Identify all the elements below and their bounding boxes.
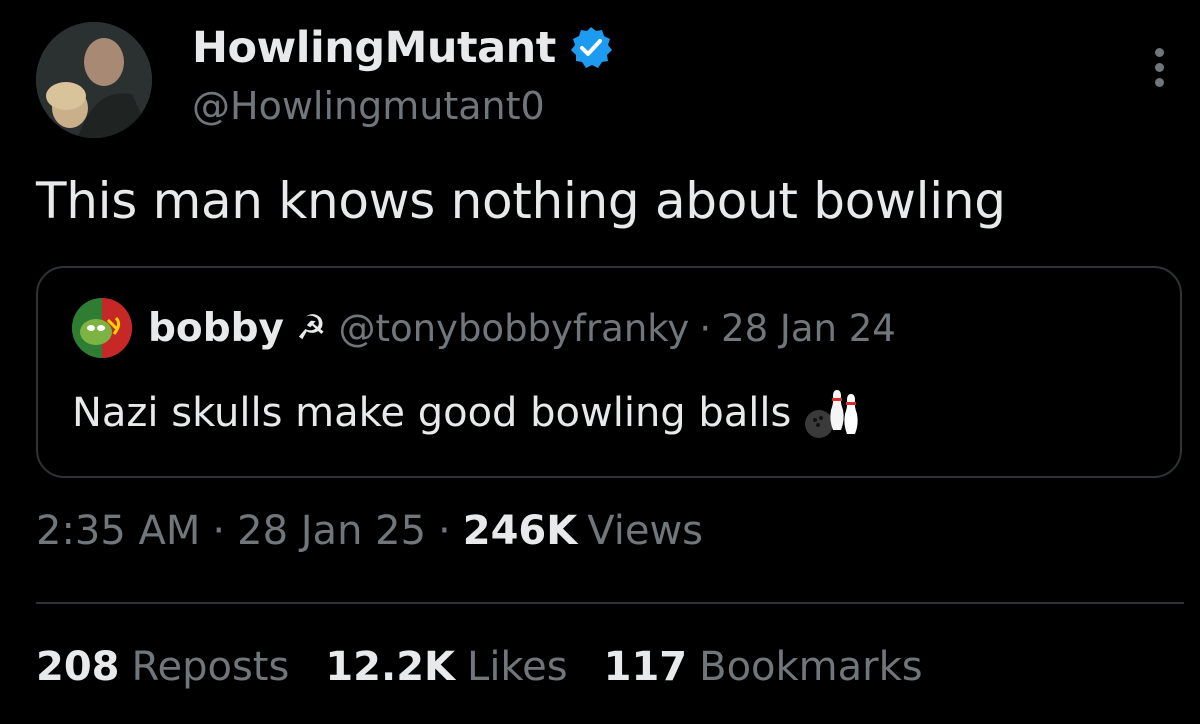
bookmarks-stat[interactable]: 117 Bookmarks: [604, 644, 923, 690]
quoted-author-handle[interactable]: @tonybobbyfranky: [338, 307, 689, 350]
reposts-label: Reposts: [131, 644, 290, 690]
likes-label: Likes: [467, 644, 568, 690]
quoted-tweet-body: Nazi skulls make good bowling balls: [72, 386, 865, 440]
quoted-tweet-card[interactable]: bobby ☭ @tonybobbyfranky · 28 Jan 24 Naz…: [36, 266, 1182, 478]
quoted-author-avatar: [72, 298, 132, 358]
meta-separator: ·: [212, 508, 226, 554]
reposts-count: 208: [36, 644, 120, 690]
reposts-stat[interactable]: 208 Reposts: [36, 644, 289, 690]
bookmarks-count: 117: [603, 644, 688, 690]
more-options-icon[interactable]: [1148, 48, 1172, 92]
verified-badge-icon: [568, 25, 614, 71]
meta-separator: ·: [438, 508, 451, 554]
engagement-stats: 208 Reposts 12.2K Likes 117 Bookmarks: [36, 644, 959, 690]
author-handle[interactable]: @Howlingmutant0: [192, 84, 545, 128]
divider: [36, 602, 1184, 604]
hammer-sickle-icon: ☭: [295, 308, 327, 348]
tweet-text: This man knows nothing about bowling: [36, 172, 1006, 230]
likes-stat[interactable]: 12.2K Likes: [325, 644, 567, 690]
quoted-tweet-text: Nazi skulls make good bowling balls: [72, 390, 792, 436]
likes-count: 12.2K: [325, 644, 456, 690]
views-count: 246K: [462, 508, 578, 554]
views-label: Views: [587, 508, 704, 554]
bookmarks-label: Bookmarks: [699, 644, 923, 690]
tweet-time[interactable]: 2:35 AM: [36, 508, 200, 554]
quoted-tweet-date[interactable]: 28 Jan 24: [721, 307, 896, 350]
quoted-separator: ·: [699, 306, 712, 350]
author-name[interactable]: HowlingMutant: [192, 23, 556, 73]
tweet-meta: 2:35 AM · 28 Jan 25 · 246K Views: [36, 508, 703, 554]
author-avatar[interactable]: [36, 22, 152, 138]
author-name-row: HowlingMutant: [192, 20, 614, 76]
tweet-date[interactable]: 28 Jan 25: [237, 508, 426, 554]
quoted-tweet-header: bobby ☭ @tonybobbyfranky · 28 Jan 24: [148, 298, 896, 358]
bowling-icon: [801, 386, 865, 440]
tweet: HowlingMutant @Howlingmutant0 This man k…: [0, 0, 1200, 724]
quoted-author-name[interactable]: bobby: [148, 306, 284, 351]
